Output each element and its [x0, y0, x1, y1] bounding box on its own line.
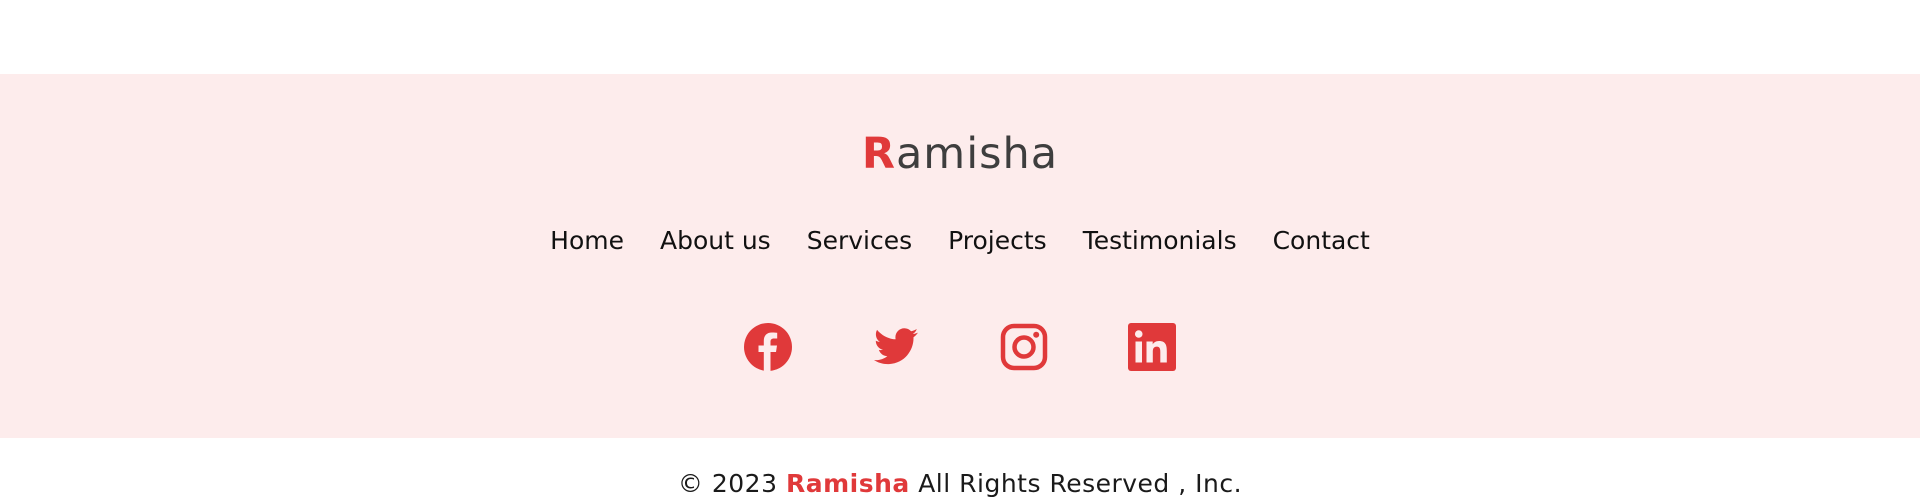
footer-logo[interactable]: Ramisha	[0, 128, 1920, 180]
page: Ramisha Home About us Services Projects …	[0, 0, 1920, 501]
logo-initial: R	[861, 129, 896, 179]
facebook-icon	[744, 323, 792, 371]
instagram-icon	[1000, 323, 1048, 371]
linkedin-icon	[1128, 323, 1176, 371]
nav-item-contact[interactable]: Contact	[1273, 222, 1370, 260]
footer-nav: Home About us Services Projects Testimon…	[0, 222, 1920, 260]
copyright-suffix: All Rights Reserved , Inc.	[918, 469, 1243, 498]
nav-item-about-us[interactable]: About us	[660, 222, 771, 260]
nav-item-services[interactable]: Services	[807, 222, 912, 260]
copyright-prefix: © 2023	[677, 469, 778, 498]
twitter-link[interactable]	[872, 323, 920, 371]
instagram-link[interactable]	[1000, 323, 1048, 371]
facebook-link[interactable]	[744, 323, 792, 371]
nav-item-testimonials[interactable]: Testimonials	[1083, 222, 1237, 260]
nav-item-home[interactable]: Home	[550, 222, 624, 260]
copyright-text: © 2023 Ramisha All Rights Reserved , Inc…	[0, 467, 1920, 501]
logo-text: amisha	[895, 129, 1059, 179]
linkedin-link[interactable]	[1128, 323, 1176, 371]
social-links	[0, 323, 1920, 371]
copyright-brand[interactable]: Ramisha	[786, 469, 910, 498]
nav-item-projects[interactable]: Projects	[948, 222, 1047, 260]
twitter-icon	[873, 328, 918, 365]
